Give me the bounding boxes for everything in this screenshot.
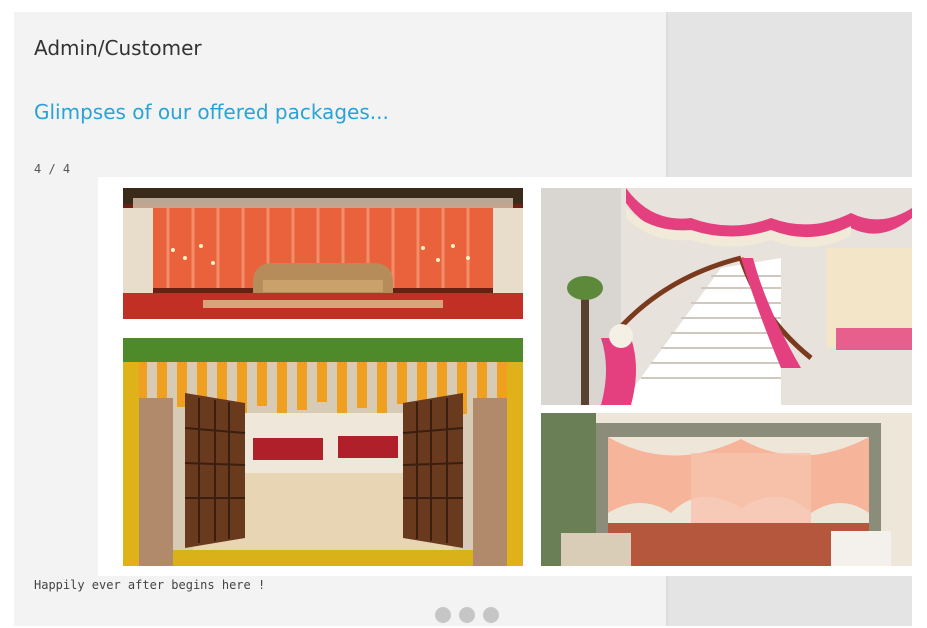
floral-arch-entrance-photo [541,413,912,566]
slide-caption: Happily ever after begins here ! [34,578,266,592]
stage-decor-photo [123,188,523,319]
marigold-doorway-photo [123,338,523,566]
slide-counter: 4 / 4 [34,162,71,176]
packages-heading: Glimpses of our offered packages... [34,100,389,124]
page-title: Admin/Customer [34,36,202,60]
slide-dot-3[interactable] [483,607,499,623]
slide-image-collage[interactable] [98,177,912,576]
slide-dot-2[interactable] [459,607,475,623]
staircase-drapes-photo [541,188,912,405]
slide-dot-1[interactable] [435,607,451,623]
